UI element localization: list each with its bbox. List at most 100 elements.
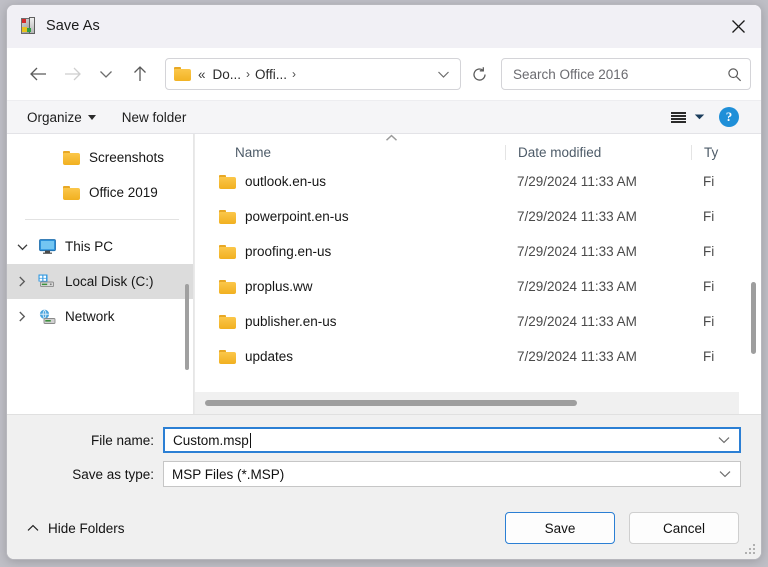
breadcrumb-separator-0[interactable]: ›: [241, 67, 255, 81]
file-name-cell: updates: [195, 349, 505, 364]
chevron-down-icon: [437, 71, 449, 78]
file-date-cell: 7/29/2024 11:33 AM: [517, 279, 637, 294]
sidebar-scrollbar-thumb[interactable]: [185, 284, 189, 370]
arrow-left-icon: [29, 67, 46, 81]
save-as-type-row: Save as type: MSP Files (*.MSP): [27, 461, 741, 487]
column-header-date-modified[interactable]: Date modified: [505, 145, 691, 160]
sidebar-item-network[interactable]: Network: [7, 299, 193, 334]
table-row[interactable]: powerpoint.en-us 7/29/2024 11:33 AM Fi: [195, 199, 761, 234]
help-label: ?: [725, 109, 733, 124]
window-title: Save As: [46, 18, 100, 34]
chevron-down-icon[interactable]: [719, 470, 731, 478]
sidebar-item-local-disk-c[interactable]: Local Disk (C:): [7, 264, 193, 299]
folder-icon: [174, 67, 191, 81]
installer-icon: [19, 17, 37, 35]
chevron-right-icon[interactable]: [9, 276, 35, 287]
hide-folders-button[interactable]: Hide Folders: [27, 521, 125, 536]
table-row[interactable]: publisher.en-us 7/29/2024 11:33 AM Fi: [195, 304, 761, 339]
resize-grip[interactable]: [745, 544, 757, 556]
table-row[interactable]: proofing.en-us 7/29/2024 11:33 AM Fi: [195, 234, 761, 269]
file-type-cell: Fi: [703, 209, 715, 224]
breadcrumb-overflow[interactable]: «: [198, 67, 206, 82]
folder-icon: [219, 244, 236, 259]
chevron-down-icon[interactable]: [694, 113, 705, 121]
address-bar[interactable]: « Do... › Offi... ›: [165, 58, 461, 90]
folder-icon: [219, 209, 236, 224]
file-date-cell: 7/29/2024 11:33 AM: [517, 209, 637, 224]
organize-label: Organize: [27, 109, 82, 125]
breadcrumb-item-0[interactable]: Do...: [213, 67, 242, 82]
file-name-cell: publisher.en-us: [195, 314, 505, 329]
list-view-icon: [671, 111, 686, 123]
breadcrumb-item-1[interactable]: Offi...: [255, 67, 287, 82]
table-row[interactable]: updates 7/29/2024 11:33 AM Fi: [195, 339, 761, 374]
table-row[interactable]: outlook.en-us 7/29/2024 11:33 AM Fi: [195, 164, 761, 199]
forward-button[interactable]: [55, 58, 89, 90]
monitor-icon: [35, 239, 59, 254]
refresh-button[interactable]: [463, 58, 495, 90]
table-row[interactable]: proplus.ww 7/29/2024 11:33 AM Fi: [195, 269, 761, 304]
file-name-label: publisher.en-us: [245, 314, 337, 329]
recent-locations-button[interactable]: [89, 58, 123, 90]
horizontal-scrollbar[interactable]: [195, 392, 739, 414]
file-name-label: File name:: [90, 432, 154, 448]
address-dropdown-button[interactable]: [430, 59, 456, 89]
vertical-scrollbar-thumb[interactable]: [751, 282, 756, 354]
chevron-down-icon: [87, 114, 96, 120]
new-folder-button[interactable]: New folder: [122, 110, 187, 125]
cancel-label: Cancel: [662, 520, 706, 536]
new-folder-label: New folder: [121, 109, 187, 125]
file-date-cell: 7/29/2024 11:33 AM: [517, 349, 637, 364]
back-button[interactable]: [21, 58, 55, 90]
save-as-dialog: Save As « Do... › Offi... › Search Offic…: [6, 4, 762, 560]
file-date-cell: 7/29/2024 11:33 AM: [517, 244, 637, 259]
sidebar-item-label: Local Disk (C:): [65, 274, 154, 289]
navigation-bar: « Do... › Offi... › Search Office 2016: [7, 48, 761, 100]
chevron-up-icon: [27, 524, 39, 531]
folder-icon: [59, 150, 83, 165]
hide-folders-label: Hide Folders: [48, 520, 125, 536]
breadcrumb-separator-1[interactable]: ›: [287, 67, 301, 81]
sidebar-item-this-pc[interactable]: This PC: [7, 229, 193, 264]
file-date-cell: 7/29/2024 11:33 AM: [517, 314, 637, 329]
sidebar-item-screenshots[interactable]: Screenshots: [7, 140, 193, 175]
save-label: Save: [544, 520, 576, 536]
chevron-down-icon[interactable]: [9, 243, 35, 251]
file-name-cell: powerpoint.en-us: [195, 209, 505, 224]
chevron-down-icon[interactable]: [718, 436, 730, 444]
save-as-type-label: Save as type:: [72, 466, 154, 482]
folder-icon: [219, 314, 236, 329]
file-name-cell: outlook.en-us: [195, 174, 505, 189]
search-icon: [728, 67, 742, 81]
folder-icon: [59, 185, 83, 200]
file-name-label: proofing.en-us: [245, 244, 332, 259]
column-header-type[interactable]: Ty: [691, 145, 761, 160]
chevron-down-icon: [100, 71, 112, 78]
help-button[interactable]: ?: [719, 107, 739, 127]
arrow-up-icon: [134, 66, 146, 81]
file-name-label: powerpoint.en-us: [245, 209, 349, 224]
save-button[interactable]: Save: [505, 512, 615, 544]
view-options-button[interactable]: [671, 111, 705, 123]
file-date-cell: 7/29/2024 11:33 AM: [517, 174, 637, 189]
folder-icon: [219, 349, 236, 364]
search-box[interactable]: Search Office 2016: [501, 58, 751, 90]
save-as-type-select[interactable]: MSP Files (*.MSP): [163, 461, 741, 487]
column-header-name[interactable]: Name: [195, 145, 505, 160]
sort-ascending-icon: [385, 134, 398, 144]
refresh-icon: [472, 66, 486, 81]
cancel-button[interactable]: Cancel: [629, 512, 739, 544]
up-button[interactable]: [123, 58, 157, 90]
organize-button[interactable]: Organize: [27, 110, 96, 125]
network-icon: [35, 309, 59, 325]
sidebar-item-office-2019[interactable]: Office 2019: [7, 175, 193, 210]
chevron-right-icon[interactable]: [9, 311, 35, 322]
folder-icon: [219, 279, 236, 294]
file-name-row: File name: Custom.msp: [27, 427, 741, 453]
save-as-type-value: MSP Files (*.MSP): [172, 466, 285, 482]
horizontal-scrollbar-thumb[interactable]: [205, 400, 577, 406]
close-button[interactable]: [715, 5, 761, 47]
file-name-input[interactable]: Custom.msp: [163, 427, 741, 453]
search-input[interactable]: Search Office 2016: [513, 67, 727, 82]
sidebar-item-label: Network: [65, 309, 115, 324]
